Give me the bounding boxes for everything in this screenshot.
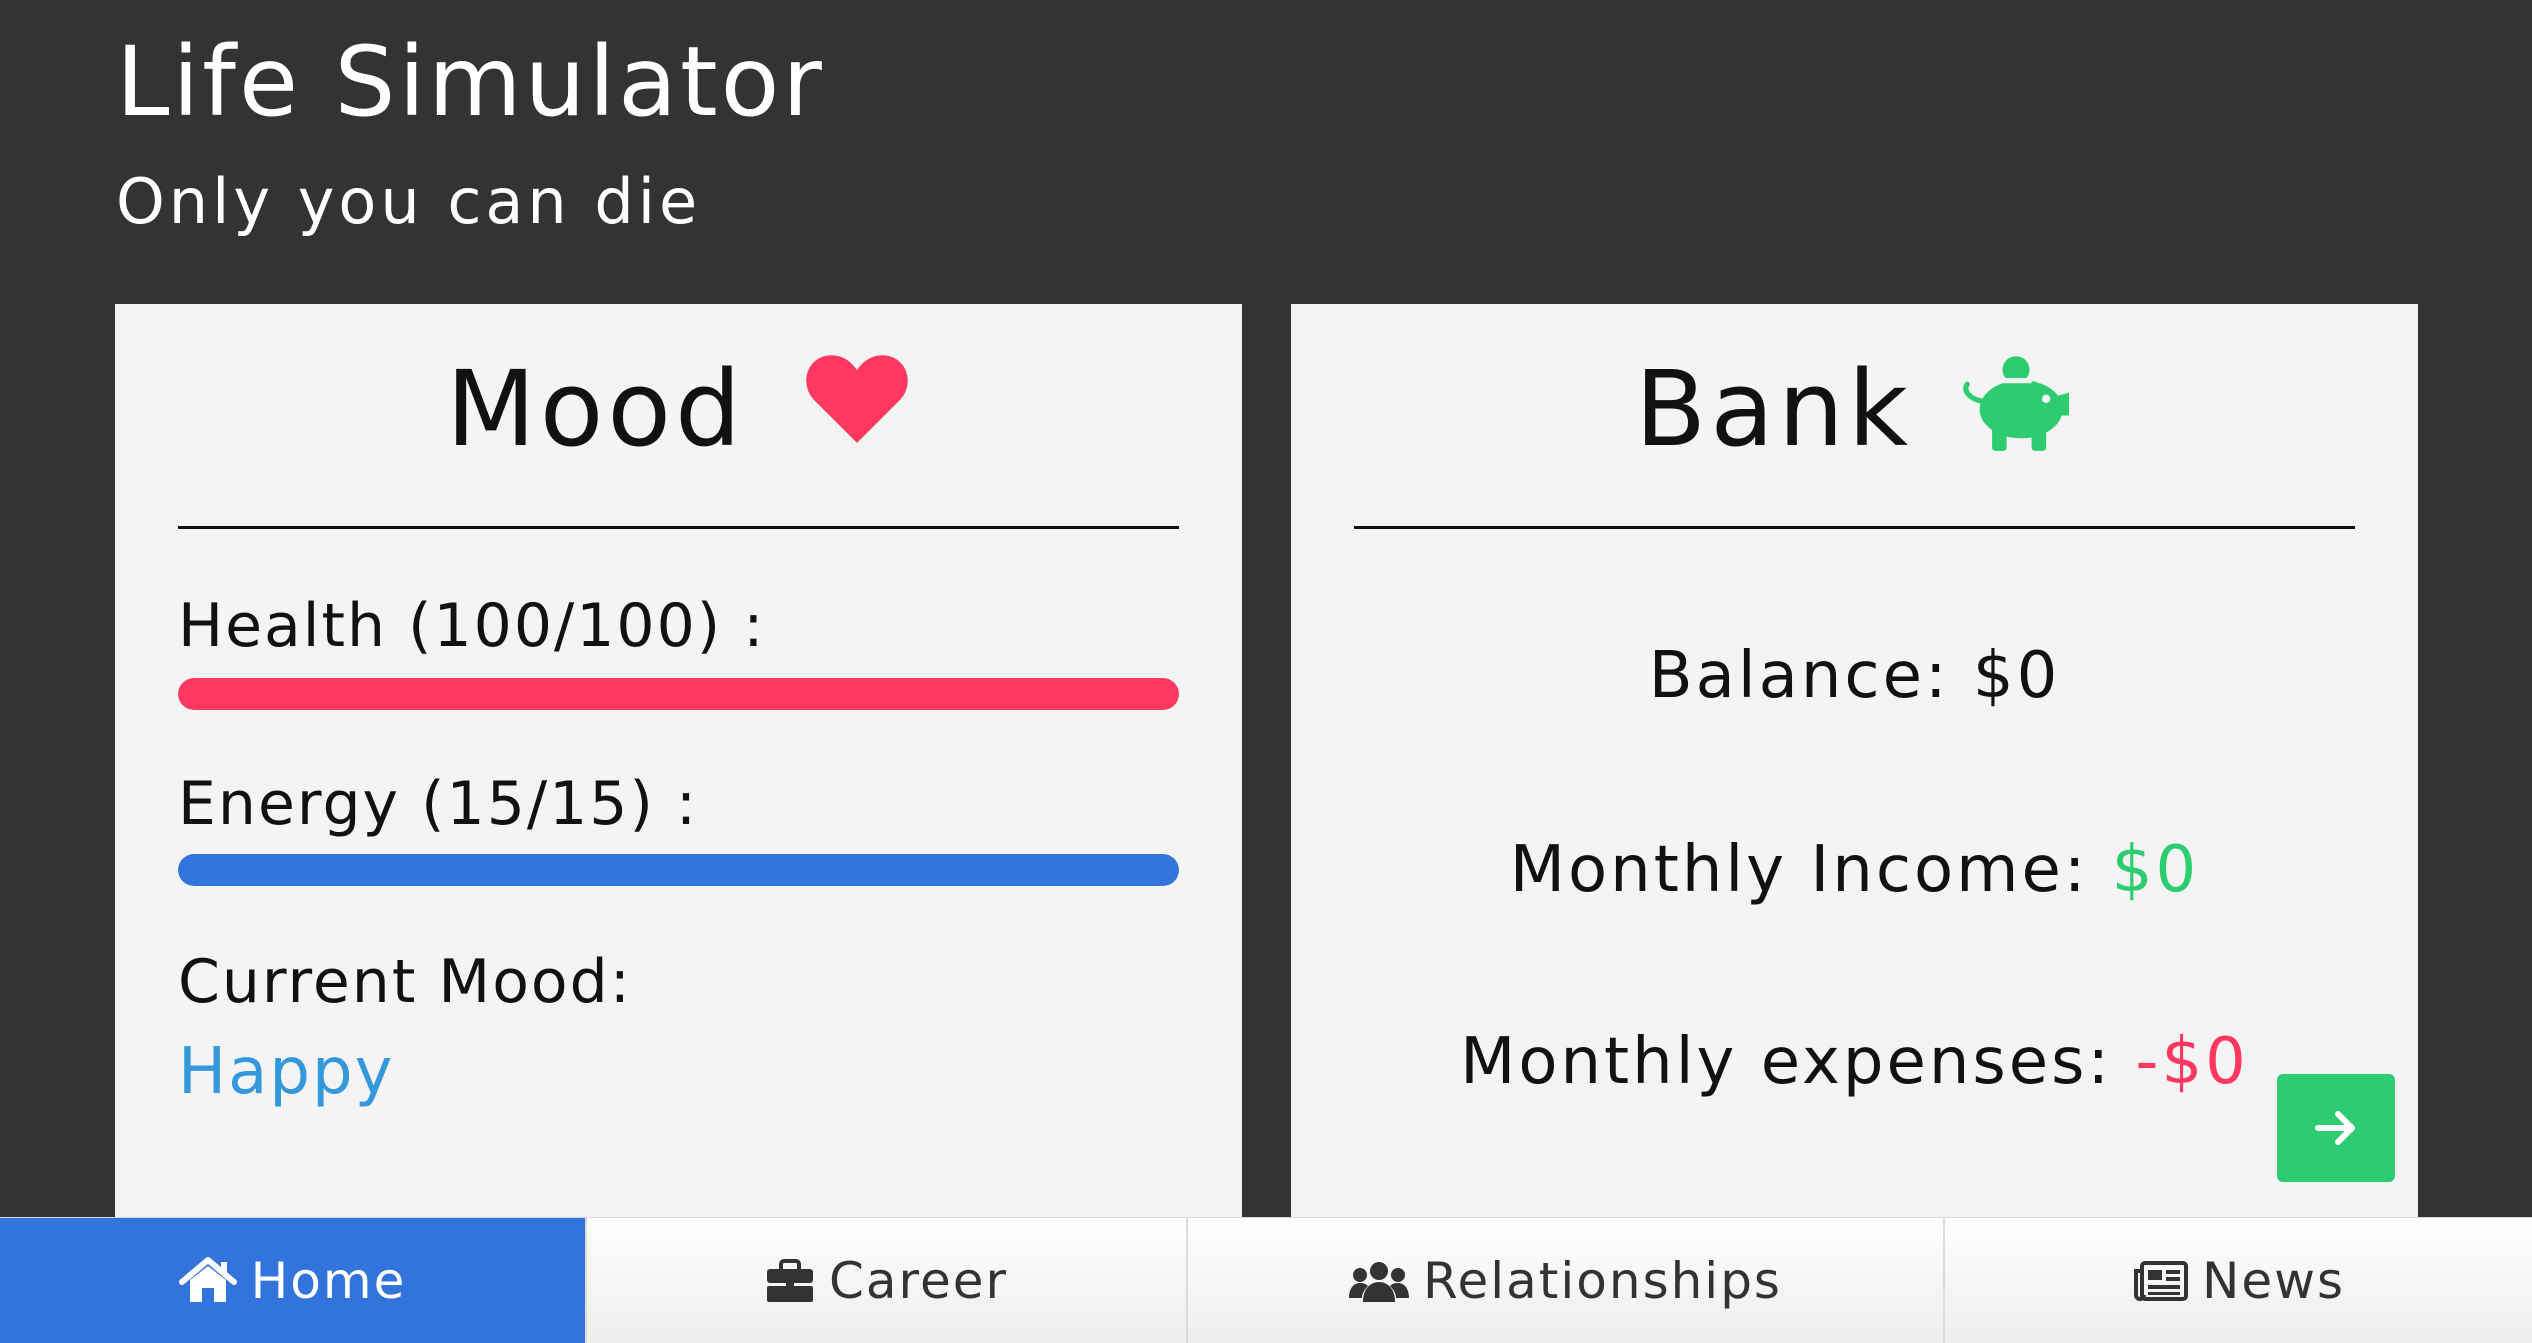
piggy-bank-icon bbox=[1963, 356, 2070, 451]
mood-divider bbox=[178, 526, 1179, 529]
current-mood-value: Happy bbox=[178, 1035, 395, 1109]
nav-news[interactable]: News bbox=[1945, 1218, 2532, 1343]
expenses-value: -$0 bbox=[2135, 1025, 2249, 1099]
nav-home-label: Home bbox=[250, 1251, 407, 1310]
bank-card: Bank Balance: $0 Monthly Income: $0 Mont… bbox=[1291, 304, 2418, 1224]
mood-title: Mood bbox=[445, 348, 745, 470]
home-icon bbox=[178, 1256, 237, 1302]
income-label: Monthly Income: bbox=[1509, 833, 2089, 907]
bank-title: Bank bbox=[1634, 348, 1913, 470]
balance-label: Balance: bbox=[1648, 639, 1950, 713]
current-mood-label: Current Mood: bbox=[178, 947, 632, 1017]
expenses-label: Monthly expenses: bbox=[1460, 1025, 2113, 1099]
energy-bar bbox=[178, 854, 1179, 886]
app-title: Life Simulator bbox=[116, 26, 825, 138]
heart-icon bbox=[806, 355, 908, 443]
next-button[interactable] bbox=[2277, 1074, 2395, 1182]
nav-relationships[interactable]: Relationships bbox=[1188, 1218, 1945, 1343]
bank-card-header: Bank bbox=[1291, 344, 2418, 474]
health-bar-fill bbox=[178, 678, 1179, 710]
newspaper-icon bbox=[2133, 1260, 2188, 1301]
bottom-nav: Home Career Relationships News bbox=[0, 1217, 2532, 1343]
energy-label: Energy (15/15) : bbox=[178, 769, 699, 839]
income-value: $0 bbox=[2111, 833, 2200, 907]
nav-career[interactable]: Career bbox=[587, 1218, 1188, 1343]
briefcase-icon bbox=[766, 1258, 813, 1302]
expenses-row: Monthly expenses: -$0 bbox=[1291, 1030, 2418, 1094]
arrow-right-icon bbox=[2315, 1111, 2355, 1145]
balance-value: $0 bbox=[1972, 639, 2061, 713]
app-subtitle: Only you can die bbox=[116, 165, 702, 238]
users-icon bbox=[1349, 1261, 1409, 1302]
health-bar bbox=[178, 678, 1179, 710]
bank-divider bbox=[1354, 526, 2355, 529]
mood-card: Mood Health (100/100) : Energy (15/15) :… bbox=[115, 304, 1242, 1224]
nav-career-label: Career bbox=[828, 1251, 1009, 1310]
income-row: Monthly Income: $0 bbox=[1291, 838, 2418, 902]
mood-card-header: Mood bbox=[115, 344, 1242, 474]
nav-home[interactable]: Home bbox=[0, 1218, 587, 1343]
balance-row: Balance: $0 bbox=[1291, 644, 2418, 708]
health-label: Health (100/100) : bbox=[178, 591, 766, 661]
energy-bar-fill bbox=[178, 854, 1179, 886]
nav-news-label: News bbox=[2201, 1251, 2346, 1310]
nav-relationships-label: Relationships bbox=[1423, 1251, 1782, 1310]
